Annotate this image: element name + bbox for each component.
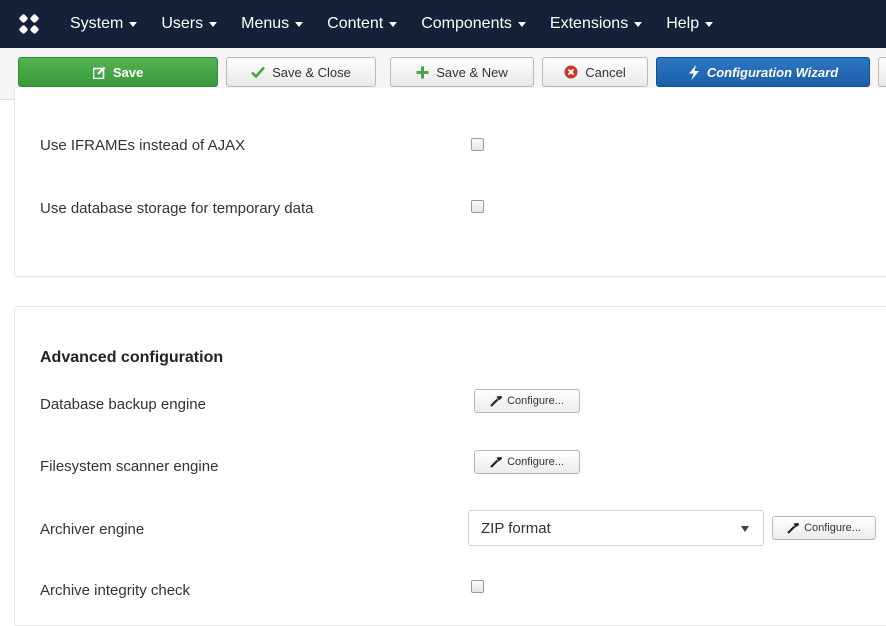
lightning-icon	[688, 64, 700, 80]
db-backup-engine-label: Database backup engine	[40, 396, 206, 413]
save-new-button[interactable]: Save & New	[390, 57, 534, 87]
archiver-engine-value: ZIP format	[481, 519, 551, 537]
nav-menu-label: Content	[327, 15, 384, 32]
wrench-icon	[787, 522, 800, 534]
chevron-down-icon	[209, 21, 218, 27]
chevron-down-icon	[129, 21, 138, 27]
nav-menu-extensions[interactable]: Extensions	[549, 15, 643, 33]
save-new-label: Save & New	[436, 64, 508, 80]
joomla-logo-icon[interactable]	[18, 13, 40, 35]
nav-menu-components[interactable]: Components	[421, 15, 526, 33]
db-storage-label: Use database storage for temporary data	[40, 200, 314, 217]
edit-icon	[92, 66, 106, 79]
nav-menu-system[interactable]: System	[70, 15, 138, 33]
chevron-down-icon	[517, 21, 526, 27]
nav-menu-users[interactable]: Users	[161, 15, 218, 33]
nav-menu-label: Menus	[241, 15, 290, 32]
nav-menu-label: Help	[666, 15, 700, 32]
advanced-configuration-heading: Advanced configuration	[40, 349, 224, 366]
nav-menu-help[interactable]: Help	[666, 15, 714, 33]
nav-menu-label: Components	[421, 15, 512, 32]
wizard-label: Configuration Wizard	[706, 64, 839, 80]
save-close-button[interactable]: Save & Close	[226, 57, 376, 87]
save-button[interactable]: Save	[18, 57, 218, 87]
configure-label: Configure...	[507, 456, 564, 468]
cancel-button[interactable]: Cancel	[542, 57, 648, 87]
fs-scanner-configure-button[interactable]: Configure...	[474, 450, 580, 474]
save-close-label: Save & Close	[272, 64, 351, 80]
chevron-down-icon	[389, 21, 398, 27]
chevron-down-icon	[295, 21, 304, 27]
archiver-engine-label: Archiver engine	[40, 521, 145, 538]
db-backup-configure-button[interactable]: Configure...	[474, 389, 580, 413]
wrench-icon	[490, 395, 503, 407]
chevron-down-icon	[705, 21, 714, 27]
nav-menu-content[interactable]: Content	[327, 15, 398, 33]
configure-label: Configure...	[507, 395, 564, 407]
top-navbar: System Users Menus Content Components Ex…	[0, 0, 886, 48]
db-storage-checkbox[interactable]	[471, 200, 484, 213]
toolbar-overflow-button[interactable]	[878, 57, 886, 87]
cancel-icon	[564, 65, 578, 79]
archive-integrity-checkbox[interactable]	[471, 580, 484, 593]
chevron-down-icon	[741, 526, 749, 532]
checkmark-icon	[251, 66, 266, 78]
nav-menu-label: System	[70, 15, 124, 32]
wrench-icon	[490, 456, 503, 468]
iframes-label: Use IFRAMEs instead of AJAX	[40, 137, 246, 154]
archiver-engine-select[interactable]: ZIP format	[468, 510, 764, 546]
general-options-panel	[14, 88, 886, 277]
configure-label: Configure...	[804, 522, 861, 534]
configuration-wizard-button[interactable]: Configuration Wizard	[656, 57, 870, 87]
fs-scanner-engine-label: Filesystem scanner engine	[40, 458, 219, 475]
nav-menu-label: Extensions	[549, 15, 629, 32]
iframes-checkbox[interactable]	[471, 138, 484, 151]
chevron-down-icon	[634, 21, 643, 27]
plus-icon	[416, 66, 429, 79]
nav-menu-label: Users	[161, 15, 204, 32]
archive-integrity-label: Archive integrity check	[40, 582, 191, 599]
save-label: Save	[112, 64, 144, 80]
nav-menu-menus[interactable]: Menus	[241, 15, 304, 33]
cancel-label: Cancel	[585, 64, 626, 80]
archiver-configure-button[interactable]: Configure...	[772, 516, 876, 540]
